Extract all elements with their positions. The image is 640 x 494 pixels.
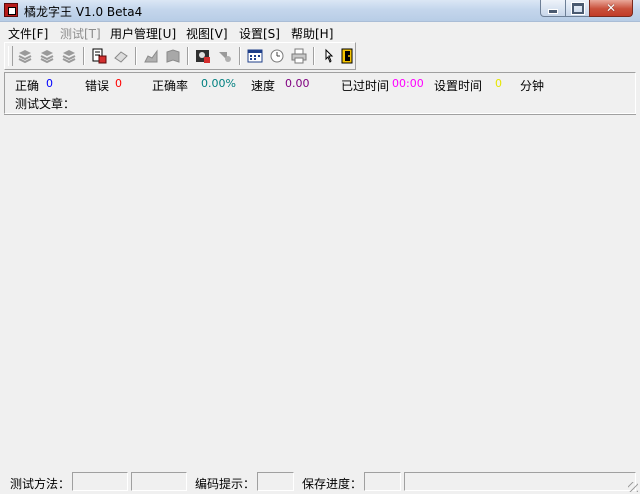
stack-down-icon [62,50,76,64]
save-progress-label: 保存进度： [302,477,363,491]
speed-value: 0.00 [285,77,310,90]
toolbar-separator [135,47,137,65]
menu-view[interactable]: 视图[V] [186,25,228,42]
status-bar: 测试方法： 编码提示： 保存进度： [0,470,640,494]
minutes-label: 分钟 [520,79,545,93]
close-button[interactable]: ✕ [589,0,633,17]
resize-grip[interactable] [628,482,638,492]
code-hint-panel [257,472,294,491]
chart-icon [144,49,158,63]
correct-label: 正确 [15,79,40,93]
eraser-icon [114,51,128,63]
elapsed-label: 已过时间 [341,79,390,93]
correct-value: 0 [46,77,53,90]
document-save-icon [92,48,107,64]
menu-bar: 文件[F] 测试[T] 用户管理[U] 视图[V] 设置[S] 帮助[H] [0,22,640,42]
stack-mid-button[interactable] [37,46,57,66]
stack-down-button[interactable] [59,46,79,66]
stack-mid-icon [40,50,54,64]
stats-panel: 正确 0 错误 0 正确率 0.00% 速度 0.00 已过时间 00:00 设… [4,72,636,114]
toolbar [4,42,356,70]
test-method-panel-2 [131,472,187,491]
maximize-button[interactable] [565,0,590,17]
stack-up-button[interactable] [15,46,35,66]
maximize-icon [571,2,584,14]
menu-file[interactable]: 文件[F] [8,25,48,42]
clock-button[interactable] [267,46,287,66]
test-method-label: 测试方法： [10,477,71,491]
user-settings-button[interactable] [215,46,235,66]
typing-area[interactable] [4,114,636,470]
menu-settings[interactable]: 设置[S] [239,25,280,42]
save-progress-panel [364,472,401,491]
status-extra-panel [404,472,636,491]
window-title: 橘龙字王 V1.0 Beta4 [24,5,143,19]
book-icon [166,49,180,63]
accuracy-label: 正确率 [152,79,189,93]
speed-label: 速度 [251,79,276,93]
minimize-icon [548,8,558,14]
toolbar-separator [83,47,85,65]
stack-up-icon [18,50,32,64]
calculator-button[interactable] [245,46,265,66]
set-time-label: 设置时间 [434,79,483,93]
error-label: 错误 [85,79,110,93]
menu-help[interactable]: 帮助[H] [291,25,333,42]
toolbar-separator [313,47,315,65]
app-icon[interactable] [4,3,18,17]
chart-button[interactable] [141,46,161,66]
printer-icon [291,48,307,64]
menu-user-management[interactable]: 用户管理[U] [110,25,176,42]
elapsed-value: 00:00 [392,77,424,90]
exit-door-icon [341,48,353,64]
user-card-icon [196,50,210,63]
code-hint-label: 编码提示： [195,477,256,491]
minimize-button[interactable] [540,0,566,17]
toolbar-separator [239,47,241,65]
set-time-value: 0 [495,77,502,90]
toolbar-grip[interactable] [8,46,13,66]
test-article-label: 测试文章： [15,97,76,111]
pointer-icon [325,48,334,63]
pointer-button[interactable] [317,46,337,66]
accuracy-value: 0.00% [201,77,236,90]
book-button[interactable] [163,46,183,66]
title-bar[interactable]: 橘龙字王 V1.0 Beta4 ✕ [0,0,640,22]
save-document-button[interactable] [89,46,109,66]
app-window: 橘龙字王 V1.0 Beta4 ✕ 文件[F] 测试[T] 用户管理[U] 视图… [0,0,640,494]
eraser-button[interactable] [111,46,131,66]
user-card-button[interactable] [193,46,213,66]
test-method-panel [72,472,128,491]
clock-icon [270,49,284,63]
calculator-icon [247,49,263,63]
error-value: 0 [115,77,122,90]
exit-button[interactable] [337,46,357,66]
close-icon: ✕ [605,1,617,15]
toolbar-separator [187,47,189,65]
printer-button[interactable] [289,46,309,66]
user-settings-icon [219,52,231,62]
menu-test[interactable]: 测试[T] [60,25,101,42]
